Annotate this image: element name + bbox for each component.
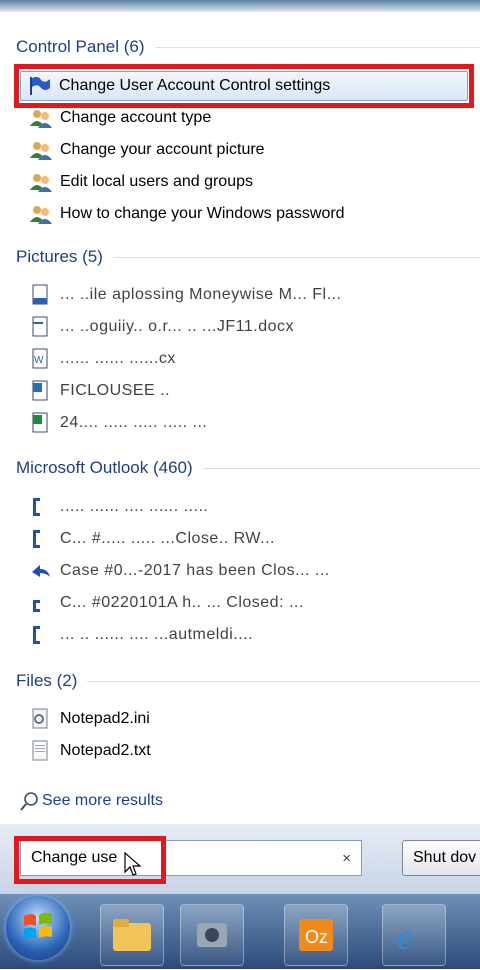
result-change-account-type[interactable]: Change account type: [28, 103, 211, 133]
search-icon: [18, 790, 42, 812]
clear-search-icon[interactable]: ×: [342, 850, 351, 867]
mail-reply-icon: [28, 560, 54, 582]
users-icon: [28, 203, 54, 225]
outlook-item-icon: [28, 528, 54, 550]
result-label: Change your account picture: [60, 141, 265, 158]
result-label: Edit local users and groups: [60, 173, 253, 190]
result-label: ...... ...... ......cx: [60, 350, 176, 367]
divider: [112, 256, 480, 258]
image-file-icon: [28, 284, 54, 306]
uac-flag-icon: [27, 75, 53, 97]
result-change-uac-settings[interactable]: Change User Account Control settings: [20, 71, 468, 101]
result-label: C... #0220101A h.. ... Closed: ...: [60, 594, 304, 611]
divider: [154, 46, 480, 48]
result-file-notepad2-txt[interactable]: Notepad2.txt: [28, 736, 151, 766]
settings-file-icon: [28, 708, 54, 730]
taskbar-outlook-button[interactable]: Oz: [284, 904, 348, 966]
publisher-file-icon: [28, 380, 54, 402]
search-text: Change use: [31, 849, 118, 866]
result-label: ..... ...... .... ...... .....: [60, 498, 209, 515]
result-outlook-item[interactable]: Case #0...-2017 has been Clos... ...: [28, 556, 330, 586]
start-menu-results: Control Panel (6) Change User Account Co…: [0, 12, 480, 824]
result-outlook-item[interactable]: C... #0220101A h.. ... Closed: ...: [28, 588, 304, 618]
svg-text:Oz: Oz: [305, 927, 328, 947]
result-outlook-item[interactable]: ... .. ...... .... ...autmeldi....: [28, 620, 253, 650]
result-picture[interactable]: W ...... ...... ......cx: [28, 344, 176, 374]
result-label: Change User Account Control settings: [59, 77, 331, 94]
result-change-account-picture[interactable]: Change your account picture: [28, 135, 265, 165]
result-label: Notepad2.ini: [60, 710, 150, 727]
group-header: Files (2): [16, 668, 480, 694]
result-outlook-item[interactable]: ..... ...... .... ...... .....: [28, 492, 208, 522]
result-label: Case #0...-2017 has been Clos... ...: [60, 562, 330, 579]
mouse-cursor-icon: [124, 851, 144, 883]
text-file-icon: [28, 740, 54, 762]
outlook-item-icon: [28, 592, 54, 614]
result-label: How to change your Windows password: [60, 205, 345, 222]
search-input[interactable]: Change use ×: [20, 840, 362, 876]
word-file-icon: W: [28, 348, 54, 370]
top-strip: [0, 0, 480, 12]
taskbar: Oz e: [0, 894, 480, 969]
svg-text:W: W: [34, 355, 44, 366]
group-title[interactable]: Pictures (5): [16, 247, 113, 267]
windows-logo-icon: [24, 912, 52, 939]
group-header: Control Panel (6): [16, 34, 480, 60]
shut-down-button[interactable]: Shut dov: [402, 840, 480, 876]
result-label: FICLOUSEE ..: [60, 382, 171, 399]
see-more-label: See more results: [42, 792, 163, 809]
group-title[interactable]: Control Panel (6): [16, 37, 155, 57]
result-picture[interactable]: ... ..ile aplossing Moneywise M... Fl...: [28, 280, 341, 310]
result-label: ... ..oguiiy.. o.r... .. ...JF11.docx: [60, 318, 294, 335]
result-label: ... .. ...... .... ...autmeldi....: [60, 626, 254, 643]
group-header: Microsoft Outlook (460): [16, 455, 480, 481]
taskbar-app-button[interactable]: [180, 904, 244, 966]
users-icon: [28, 107, 54, 129]
result-picture[interactable]: ... ..oguiiy.. o.r... .. ...JF11.docx: [28, 312, 294, 342]
group-title[interactable]: Files (2): [16, 671, 87, 691]
internet-explorer-icon: e: [397, 917, 413, 957]
users-icon: [28, 139, 54, 161]
result-label: C... #..... ..... ...Close.. RW...: [60, 530, 275, 547]
divider: [87, 680, 480, 682]
taskbar-explorer-button[interactable]: [100, 904, 164, 966]
result-label: Notepad2.txt: [60, 742, 151, 759]
divider: [202, 467, 480, 469]
see-more-results-link[interactable]: See more results: [18, 790, 163, 812]
result-label: 24.... ..... ..... ..... ...: [60, 414, 208, 431]
folder-icon: [113, 919, 151, 951]
start-orb-button[interactable]: [6, 896, 70, 960]
users-icon: [28, 171, 54, 193]
result-picture[interactable]: 24.... ..... ..... ..... ...: [28, 408, 207, 438]
result-edit-local-users[interactable]: Edit local users and groups: [28, 167, 253, 197]
camera-icon: [197, 923, 227, 947]
taskbar-ie-button[interactable]: e: [382, 904, 446, 966]
result-change-windows-password[interactable]: How to change your Windows password: [28, 199, 345, 229]
outlook-icon: Oz: [299, 919, 333, 951]
group-header: Pictures (5): [16, 244, 480, 270]
svg-text:e: e: [397, 917, 413, 957]
result-label: Change account type: [60, 109, 212, 126]
outlook-item-icon: [28, 496, 54, 518]
result-label: ... ..ile aplossing Moneywise M... Fl...: [60, 286, 342, 303]
result-picture[interactable]: FICLOUSEE ..: [28, 376, 170, 406]
outlook-item-icon: [28, 624, 54, 646]
result-file-notepad2-ini[interactable]: Notepad2.ini: [28, 704, 150, 734]
word-file-icon: [28, 316, 54, 338]
excel-file-icon: [28, 412, 54, 434]
group-title[interactable]: Microsoft Outlook (460): [16, 458, 203, 478]
result-outlook-item[interactable]: C... #..... ..... ...Close.. RW...: [28, 524, 275, 554]
search-bar-area: Change use × Shut dov: [0, 824, 480, 894]
